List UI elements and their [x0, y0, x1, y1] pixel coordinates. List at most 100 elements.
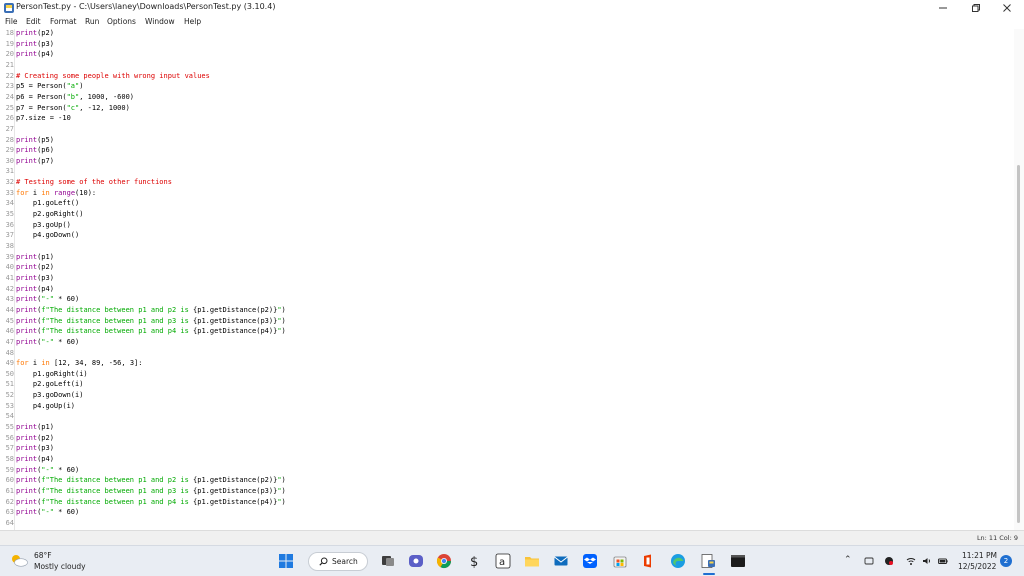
code-line[interactable]: print(p2) [16, 434, 54, 442]
code-token: ) [79, 82, 84, 91]
menu-run[interactable]: Run [85, 17, 99, 26]
battery-icon[interactable] [938, 556, 948, 566]
code-token: (p2) [37, 433, 54, 442]
line-number: 18 [5, 29, 14, 37]
menu-format[interactable]: Format [50, 17, 76, 26]
taskbar-search[interactable]: Search [308, 552, 368, 571]
line-number: 33 [5, 188, 14, 197]
code-line[interactable]: print("-" * 60) [16, 466, 79, 474]
code-editor[interactable]: 18 print(p2) 19 print(p3) 20 print(p4) 21 22 # C… [0, 29, 1024, 530]
menu-help[interactable]: Help [184, 17, 201, 26]
clock-date[interactable]: 12/5/2022 [958, 562, 996, 571]
command-prompt-icon[interactable] [730, 553, 746, 569]
code-line[interactable]: print(p7) [16, 157, 54, 165]
code-line[interactable]: print(p1) [16, 253, 54, 261]
line-number: 34 [5, 199, 14, 208]
code-line[interactable]: print("-" * 60) [16, 508, 79, 516]
windows-start-icon[interactable] [278, 553, 294, 569]
code-line[interactable]: print(f"The distance between p1 and p4 i… [16, 327, 286, 335]
menu-edit[interactable]: Edit [26, 17, 41, 26]
code-line[interactable]: print(p4) [16, 285, 54, 293]
code-line[interactable]: p4.goUp(i) [16, 402, 75, 410]
notification-badge[interactable]: 2 [1000, 555, 1012, 567]
dropbox-icon[interactable] [582, 553, 598, 569]
clock-time[interactable]: 11:21 PM [962, 551, 997, 560]
line-number: 45 [5, 316, 14, 325]
minimize-icon [939, 7, 947, 9]
code-line[interactable]: p4.goDown() [16, 231, 79, 239]
antivirus-tray-icon[interactable] [884, 556, 894, 566]
file-explorer-icon[interactable] [524, 553, 540, 569]
code-line[interactable]: print(p1) [16, 423, 54, 431]
code-line[interactable]: # Creating some people with wrong input … [16, 72, 210, 80]
code-line[interactable]: print("-" * 60) [16, 295, 79, 303]
menu-file[interactable]: File [5, 17, 18, 26]
terminal-dollar-icon[interactable]: $ [466, 553, 482, 569]
code-line[interactable]: for i in [12, 34, 89, -56, 3]: [16, 359, 142, 367]
task-view-icon[interactable] [380, 553, 396, 569]
close-button[interactable] [992, 0, 1022, 16]
code-line[interactable]: print(p5) [16, 136, 54, 144]
teams-chat-icon[interactable] [408, 553, 424, 569]
code-line[interactable]: p5 = Person("a") [16, 82, 83, 90]
line-number: 57 [5, 444, 14, 453]
code-line[interactable]: print(f"The distance between p1 and p3 i… [16, 317, 286, 325]
code-line[interactable]: p7 = Person("c", -12, 1000) [16, 104, 130, 112]
code-token: print [16, 263, 38, 272]
minimize-button[interactable] [928, 0, 958, 16]
code-line[interactable]: print(f"The distance between p1 and p2 i… [16, 476, 286, 484]
line-number: 39 [5, 252, 14, 261]
mail-icon[interactable] [553, 553, 569, 569]
line-number: 23 [5, 82, 14, 91]
code-line[interactable]: p1.goRight(i) [16, 370, 88, 378]
code-line[interactable]: p3.goDown(i) [16, 391, 84, 399]
volume-icon[interactable] [922, 556, 932, 566]
code-line[interactable]: print(p4) [16, 50, 54, 58]
code-line[interactable]: p7.size = -10 [16, 114, 71, 122]
line-number: 28 [5, 135, 14, 144]
code-line[interactable]: p2.goLeft(i) [16, 380, 84, 388]
idle-editor-icon[interactable] [700, 553, 716, 569]
network-sync-icon[interactable] [864, 556, 874, 566]
restore-button[interactable] [961, 0, 991, 16]
code-line[interactable]: print(f"The distance between p1 and p3 i… [16, 487, 286, 495]
code-line[interactable]: print(p2) [16, 263, 54, 271]
code-token: {p1.getDistance(p4)} [193, 327, 278, 336]
code-line[interactable]: print(p6) [16, 146, 54, 154]
line-number: 38 [5, 242, 14, 250]
code-line[interactable]: print(f"The distance between p1 and p4 i… [16, 498, 286, 506]
chrome-icon[interactable] [436, 553, 452, 569]
wifi-icon[interactable] [906, 556, 916, 566]
code-line[interactable]: p2.goRight() [16, 210, 84, 218]
menu-window[interactable]: Window [145, 17, 175, 26]
code-token: (10): [75, 188, 97, 197]
show-hidden-icons-chevron-icon[interactable]: ⌃ [844, 555, 852, 565]
cursor-position: Ln: 11 Col: 9 [976, 534, 1018, 542]
office-icon[interactable] [640, 553, 656, 569]
code-line[interactable]: print(p4) [16, 455, 54, 463]
code-line[interactable]: p3.goUp() [16, 221, 71, 229]
code-token: in [41, 359, 50, 368]
code-token: f"The distance between p1 and p2 is [41, 305, 194, 314]
menu-options[interactable]: Options [107, 17, 136, 26]
scrollbar-thumb[interactable] [1017, 165, 1020, 523]
code-token: (p4) [37, 455, 54, 463]
code-line[interactable]: print(p2) [16, 29, 54, 37]
line-number: 62 [5, 497, 14, 506]
code-line[interactable]: print(p3) [16, 40, 54, 48]
code-line[interactable]: p6 = Person("b", 1000, -600) [16, 93, 134, 101]
code-line[interactable]: print(f"The distance between p1 and p2 i… [16, 306, 286, 314]
code-line[interactable]: print(p3) [16, 444, 54, 452]
code-line[interactable]: p1.goLeft() [16, 199, 79, 207]
code-token: p4.goDown() [16, 231, 80, 240]
amazon-icon[interactable]: a [495, 553, 511, 569]
code-line[interactable]: # Testing some of the other functions [16, 178, 172, 186]
line-number: 27 [5, 124, 14, 133]
microsoft-store-icon[interactable] [612, 553, 628, 569]
code-token: p5 = Person( [16, 82, 67, 91]
code-token: print [16, 433, 38, 442]
code-line[interactable]: print("-" * 60) [16, 338, 79, 346]
code-line[interactable]: for i in range(10): [16, 189, 96, 197]
code-line[interactable]: print(p3) [16, 274, 54, 282]
edge-icon[interactable] [670, 553, 686, 569]
